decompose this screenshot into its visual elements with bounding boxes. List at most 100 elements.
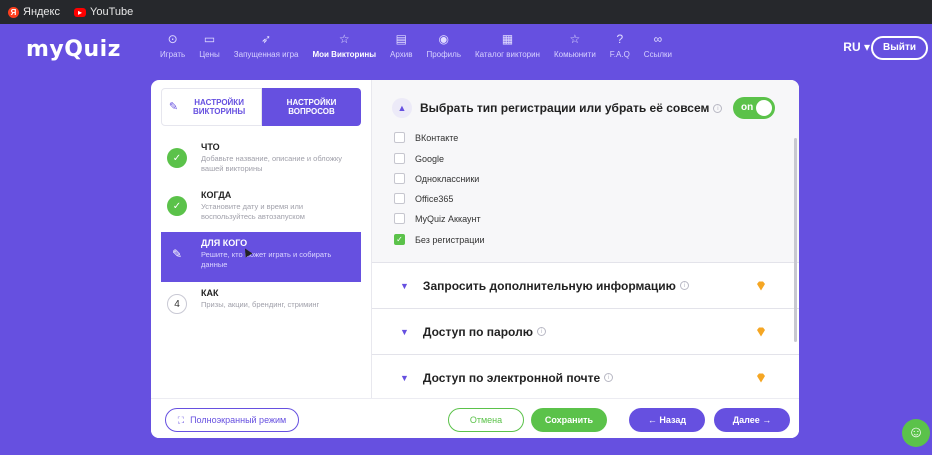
nav-label: Архив: [390, 50, 413, 59]
info-icon[interactable]: i: [679, 281, 689, 290]
step-number: 4: [167, 294, 187, 314]
option-myquiz-account[interactable]: MyQuiz Аккаунт: [394, 213, 481, 224]
chat-smiley-icon[interactable]: ☺: [902, 419, 930, 447]
tab-question-settings[interactable]: НАСТРОЙКИ ВОПРОСОВ: [262, 88, 361, 126]
checkbox[interactable]: [394, 173, 405, 184]
option-odnoklassniki[interactable]: Одноклассники: [394, 173, 479, 184]
next-button[interactable]: Далее →: [714, 408, 790, 432]
logout-button[interactable]: Выйти: [871, 36, 928, 60]
section-title: Доступ по паролю: [422, 324, 533, 339]
option-no-registration[interactable]: ✓ Без регистрации: [394, 234, 485, 245]
info-icon[interactable]: i: [604, 373, 614, 382]
info-icon[interactable]: i: [713, 103, 723, 113]
check-icon: ✓: [167, 148, 187, 168]
nav-links[interactable]: ∞ Ссылки: [644, 30, 672, 59]
language-selector[interactable]: RU ▾: [843, 40, 870, 54]
chevron-down-icon: ▼: [400, 280, 409, 291]
nav-community[interactable]: ☆ Комьюнити: [554, 30, 596, 59]
nav-play[interactable]: ⊙ Играть: [160, 30, 185, 59]
step-description: Решите, кто может играть и собирать данн…: [201, 250, 332, 269]
checkbox[interactable]: [394, 213, 405, 224]
yandex-icon: Я: [8, 6, 19, 18]
option-label: MyQuiz Аккаунт: [415, 213, 481, 224]
step-title: ДЛЯ КОГО: [201, 238, 248, 248]
nav-profile[interactable]: ◉ Профиль: [426, 30, 461, 59]
nav-label: Комьюнити: [553, 50, 596, 59]
checkbox-checked-icon[interactable]: ✓: [394, 234, 405, 245]
step-what[interactable]: ✓ ЧТО Добавьте название, описание и облож…: [161, 136, 361, 186]
info-icon[interactable]: i: [536, 327, 546, 336]
checkbox[interactable]: [394, 132, 405, 143]
step-when[interactable]: ✓ КОГДА Установите дату и время или воспо…: [161, 184, 361, 234]
save-button[interactable]: Сохранить: [531, 408, 607, 432]
section-password-access[interactable]: ▼ Доступ по паролю i: [372, 308, 799, 354]
section-additional-info[interactable]: ▼ Запросить дополнительную информацию i: [372, 262, 799, 308]
logo[interactable]: myQuiz: [26, 37, 121, 62]
step-title: КОГДА: [201, 190, 232, 200]
option-office365[interactable]: Office365: [394, 193, 453, 204]
cancel-button[interactable]: Отмена: [448, 408, 524, 432]
star-outline-icon: ☆: [338, 32, 350, 46]
toggle-knob: [756, 100, 772, 116]
option-label: Office365: [415, 193, 454, 204]
youtube-icon: ▸: [74, 7, 86, 17]
link-icon: ∞: [653, 32, 663, 46]
nav-label: Ссылки: [643, 50, 672, 59]
option-label: Без регистрации: [415, 234, 485, 245]
option-vkontakte[interactable]: ВКонтакте: [394, 132, 458, 143]
option-label: Google: [415, 153, 445, 164]
nav-archive[interactable]: ▤ Архив: [390, 30, 412, 59]
catalog-icon: ▦: [501, 32, 514, 46]
pencil-icon: ✎: [171, 247, 183, 261]
top-navigation: myQuiz ⊙ Играть ▭ Цены ➶ Запущенная игра ☆ М…: [0, 24, 932, 78]
wallet-icon: ▭: [203, 32, 216, 46]
step-how[interactable]: 4 КАК Призы, акции, брендинг, стриминг: [161, 282, 361, 332]
settings-tabs: ✎ НАСТРОЙКИ ВИКТОРИНЫ НАСТРОЙКИ ВОПРОСОВ: [161, 88, 361, 126]
bookmark-yandex[interactable]: Я Яндекс: [8, 6, 60, 18]
option-label: ВКонтакте: [415, 132, 459, 143]
step-title: КАК: [201, 288, 219, 298]
option-google[interactable]: Google: [394, 153, 444, 164]
bookmark-youtube[interactable]: ▸ YouTube: [74, 6, 133, 18]
section-title: Выбрать тип регистрации или убрать её со…: [420, 101, 710, 115]
fullscreen-button[interactable]: ⛶ Полноэкранный режим: [165, 408, 299, 432]
main-menu: ⊙ Играть ▭ Цены ➶ Запущенная игра ☆ Мои Викт…: [160, 30, 686, 59]
gamepad-icon: ⊙: [167, 32, 178, 46]
tab-quiz-settings[interactable]: ✎ НАСТРОЙКИ ВИКТОРИНЫ: [161, 88, 262, 126]
step-description: Установите дату и время или воспользуйте…: [201, 202, 305, 221]
star-icon: ☆: [569, 32, 581, 46]
checkbox[interactable]: [394, 193, 405, 204]
nav-label: Профиль: [426, 50, 461, 59]
nav-catalog[interactable]: ▦ Каталог викторин: [475, 30, 540, 59]
nav-faq[interactable]: ? F.A.Q: [610, 30, 630, 59]
nav-label: Цены: [199, 50, 220, 59]
section-email-access[interactable]: ▼ Доступ по электронной почте i: [372, 354, 799, 398]
registration-toggle[interactable]: on: [733, 97, 775, 119]
back-button[interactable]: ← Назад: [629, 408, 705, 432]
scrollbar[interactable]: [794, 138, 797, 342]
button-label: Полноэкранный режим: [190, 415, 287, 425]
chevron-up-icon[interactable]: ▲: [392, 98, 412, 118]
steps-panel: ✎ НАСТРОЙКИ ВИКТОРИНЫ НАСТРОЙКИ ВОПРОСОВ…: [151, 80, 371, 398]
nav-running-game[interactable]: ➶ Запущенная игра: [234, 30, 299, 59]
bookmarks-bar: Я Яндекс ▸ YouTube: [0, 0, 932, 24]
rocket-icon: ➶: [261, 32, 272, 46]
nav-my-quizzes[interactable]: ☆ Мои Викторины: [312, 30, 376, 59]
nav-label: Мои Викторины: [312, 50, 377, 59]
step-description: Призы, акции, брендинг, стриминг: [201, 300, 320, 309]
checkbox[interactable]: [394, 153, 405, 164]
chevron-down-icon: ▼: [400, 326, 409, 337]
nav-label: Запущенная игра: [233, 50, 299, 59]
nav-label: Каталог викторин: [475, 50, 540, 59]
section-title: Доступ по электронной почте: [422, 370, 601, 385]
check-icon: ✓: [167, 196, 187, 216]
archive-icon: ▤: [395, 32, 407, 46]
nav-prices[interactable]: ▭ Цены: [199, 30, 220, 59]
step-for-whom[interactable]: ✎ ДЛЯ КОГО Решите, кто может играть и соб…: [161, 232, 361, 282]
option-label: Одноклассники: [415, 173, 480, 184]
bookmark-label: YouTube: [90, 6, 134, 18]
registration-section-header[interactable]: ▲ Выбрать тип регистрации или убрать её …: [392, 98, 723, 118]
nav-label: F.A.Q: [609, 50, 630, 59]
premium-gem-icon: [757, 373, 765, 383]
bookmark-label: Яндекс: [23, 6, 60, 18]
